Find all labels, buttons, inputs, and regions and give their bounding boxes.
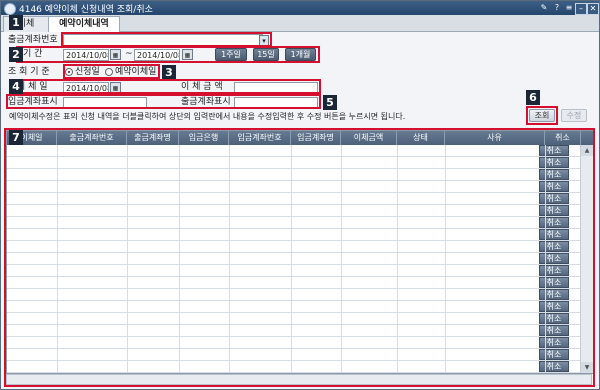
modify-button[interactable]: 수정 xyxy=(561,109,587,122)
menu-icon[interactable]: ≡ xyxy=(564,3,574,13)
tab-bar: 이체 예약이체내역 xyxy=(1,15,599,32)
annotation-box-1 xyxy=(61,32,272,47)
notice-text: 예약이체수정은 표의 신청 내역을 더블클릭하여 상단의 입력란에서 내용을 수… xyxy=(9,112,406,121)
title-bar: 4146 예약이체 신청내역 조회/취소 ✎ ? ≡ – ✕ xyxy=(1,1,599,15)
window-title: 4146 예약이체 신청내역 조회/취소 xyxy=(19,5,153,15)
annotation-box-7 xyxy=(4,128,595,387)
pin-icon[interactable]: ✎ xyxy=(539,3,549,13)
annotation-number-7: 7 xyxy=(9,130,23,145)
annotation-number-2: 2 xyxy=(9,47,23,62)
annotation-number-4: 4 xyxy=(9,79,23,94)
annotation-box-5 xyxy=(6,94,321,109)
account-label: 출금계좌번호 xyxy=(8,35,58,45)
app-window: 4146 예약이체 신청내역 조회/취소 ✎ ? ≡ – ✕ 이체 예약이체내역… xyxy=(0,0,600,390)
minimize-icon[interactable]: – xyxy=(575,3,587,15)
annotation-box-3 xyxy=(63,64,160,79)
annotation-box-6 xyxy=(526,106,558,125)
annotation-number-1: 1 xyxy=(9,15,23,30)
criteria-label: 조 회 기 준 xyxy=(8,67,50,77)
tab-reservation-history[interactable]: 예약이체내역 xyxy=(48,16,120,32)
annotation-box-2 xyxy=(16,46,320,63)
annotation-number-6: 6 xyxy=(526,90,540,105)
close-icon[interactable]: ✕ xyxy=(587,3,599,15)
help-icon[interactable]: ? xyxy=(552,3,562,13)
app-icon xyxy=(4,3,16,15)
annotation-number-3: 3 xyxy=(162,65,176,80)
annotation-number-5: 5 xyxy=(323,95,337,110)
annotation-box-4 xyxy=(15,79,321,94)
